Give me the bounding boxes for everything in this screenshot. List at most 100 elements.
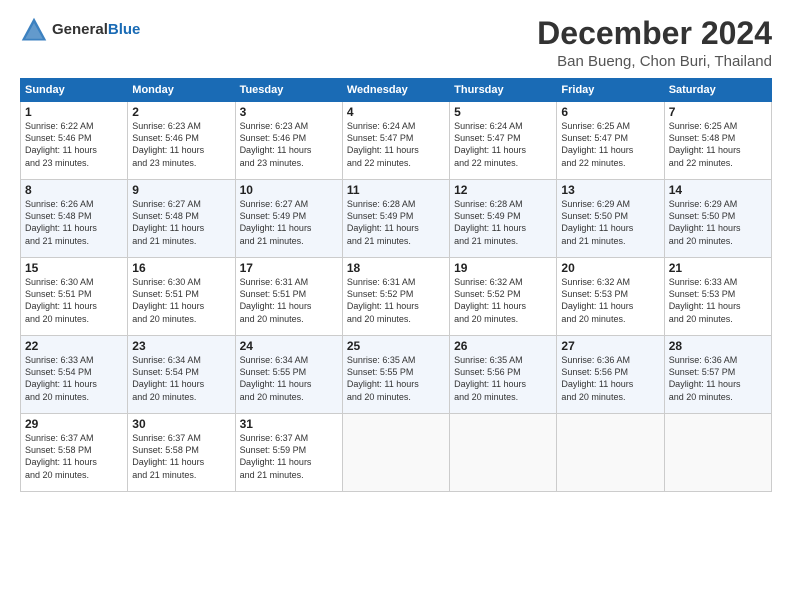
day-number: 2: [132, 105, 230, 119]
day-info: Sunrise: 6:24 AMSunset: 5:47 PMDaylight:…: [454, 120, 552, 169]
day-info: Sunrise: 6:31 AMSunset: 5:52 PMDaylight:…: [347, 276, 445, 325]
day-number: 29: [25, 417, 123, 431]
table-row: 25Sunrise: 6:35 AMSunset: 5:55 PMDayligh…: [342, 336, 449, 414]
table-row: [342, 414, 449, 492]
day-number: 17: [240, 261, 338, 275]
day-info: Sunrise: 6:27 AMSunset: 5:49 PMDaylight:…: [240, 198, 338, 247]
table-row: 9Sunrise: 6:27 AMSunset: 5:48 PMDaylight…: [128, 180, 235, 258]
table-row: 19Sunrise: 6:32 AMSunset: 5:52 PMDayligh…: [450, 258, 557, 336]
day-number: 6: [561, 105, 659, 119]
month-title: December 2024: [537, 16, 772, 51]
day-info: Sunrise: 6:37 AMSunset: 5:59 PMDaylight:…: [240, 432, 338, 481]
logo-icon: [20, 16, 48, 44]
col-tuesday: Tuesday: [235, 79, 342, 102]
day-info: Sunrise: 6:34 AMSunset: 5:55 PMDaylight:…: [240, 354, 338, 403]
day-number: 8: [25, 183, 123, 197]
calendar-week-row: 1Sunrise: 6:22 AMSunset: 5:46 PMDaylight…: [21, 102, 772, 180]
col-sunday: Sunday: [21, 79, 128, 102]
day-info: Sunrise: 6:37 AMSunset: 5:58 PMDaylight:…: [132, 432, 230, 481]
table-row: 16Sunrise: 6:30 AMSunset: 5:51 PMDayligh…: [128, 258, 235, 336]
calendar-week-row: 29Sunrise: 6:37 AMSunset: 5:58 PMDayligh…: [21, 414, 772, 492]
table-row: 13Sunrise: 6:29 AMSunset: 5:50 PMDayligh…: [557, 180, 664, 258]
table-row: 5Sunrise: 6:24 AMSunset: 5:47 PMDaylight…: [450, 102, 557, 180]
col-wednesday: Wednesday: [342, 79, 449, 102]
day-number: 12: [454, 183, 552, 197]
table-row: [664, 414, 771, 492]
day-number: 14: [669, 183, 767, 197]
calendar-week-row: 8Sunrise: 6:26 AMSunset: 5:48 PMDaylight…: [21, 180, 772, 258]
day-number: 15: [25, 261, 123, 275]
table-row: 15Sunrise: 6:30 AMSunset: 5:51 PMDayligh…: [21, 258, 128, 336]
day-info: Sunrise: 6:22 AMSunset: 5:46 PMDaylight:…: [25, 120, 123, 169]
day-number: 7: [669, 105, 767, 119]
day-number: 3: [240, 105, 338, 119]
day-info: Sunrise: 6:23 AMSunset: 5:46 PMDaylight:…: [240, 120, 338, 169]
day-number: 16: [132, 261, 230, 275]
page: GeneralBlue December 2024 Ban Bueng, Cho…: [0, 0, 792, 612]
table-row: 8Sunrise: 6:26 AMSunset: 5:48 PMDaylight…: [21, 180, 128, 258]
day-info: Sunrise: 6:30 AMSunset: 5:51 PMDaylight:…: [132, 276, 230, 325]
day-info: Sunrise: 6:37 AMSunset: 5:58 PMDaylight:…: [25, 432, 123, 481]
day-info: Sunrise: 6:31 AMSunset: 5:51 PMDaylight:…: [240, 276, 338, 325]
day-number: 30: [132, 417, 230, 431]
table-row: 17Sunrise: 6:31 AMSunset: 5:51 PMDayligh…: [235, 258, 342, 336]
table-row: 20Sunrise: 6:32 AMSunset: 5:53 PMDayligh…: [557, 258, 664, 336]
day-info: Sunrise: 6:33 AMSunset: 5:53 PMDaylight:…: [669, 276, 767, 325]
day-info: Sunrise: 6:28 AMSunset: 5:49 PMDaylight:…: [347, 198, 445, 247]
table-row: 24Sunrise: 6:34 AMSunset: 5:55 PMDayligh…: [235, 336, 342, 414]
calendar-week-row: 15 Sunrise: 6:30 AMSunset: 5:51 PMDayligh…: [21, 258, 772, 336]
table-row: 23Sunrise: 6:34 AMSunset: 5:54 PMDayligh…: [128, 336, 235, 414]
table-row: 26Sunrise: 6:35 AMSunset: 5:56 PMDayligh…: [450, 336, 557, 414]
calendar-week-row: 22Sunrise: 6:33 AMSunset: 5:54 PMDayligh…: [21, 336, 772, 414]
day-number: 5: [454, 105, 552, 119]
calendar-table: Sunday Monday Tuesday Wednesday Thursday…: [20, 78, 772, 492]
day-number: 13: [561, 183, 659, 197]
table-row: 31Sunrise: 6:37 AMSunset: 5:59 PMDayligh…: [235, 414, 342, 492]
header: GeneralBlue December 2024 Ban Bueng, Cho…: [20, 16, 772, 70]
table-row: 3Sunrise: 6:23 AMSunset: 5:46 PMDaylight…: [235, 102, 342, 180]
day-number: 26: [454, 339, 552, 353]
day-number: 9: [132, 183, 230, 197]
table-row: 29Sunrise: 6:37 AMSunset: 5:58 PMDayligh…: [21, 414, 128, 492]
table-row: 27Sunrise: 6:36 AMSunset: 5:56 PMDayligh…: [557, 336, 664, 414]
day-info: Sunrise: 6:29 AMSunset: 5:50 PMDaylight:…: [669, 198, 767, 247]
title-area: December 2024 Ban Bueng, Chon Buri, Thai…: [537, 16, 772, 70]
day-number: 18: [347, 261, 445, 275]
table-row: 14Sunrise: 6:29 AMSunset: 5:50 PMDayligh…: [664, 180, 771, 258]
day-number: 23: [132, 339, 230, 353]
day-number: 27: [561, 339, 659, 353]
table-row: 4Sunrise: 6:24 AMSunset: 5:47 PMDaylight…: [342, 102, 449, 180]
day-number: 21: [669, 261, 767, 275]
day-info: Sunrise: 6:34 AMSunset: 5:54 PMDaylight:…: [132, 354, 230, 403]
col-monday: Monday: [128, 79, 235, 102]
logo-text-general: GeneralBlue: [52, 21, 140, 39]
table-row: [450, 414, 557, 492]
table-row: 21Sunrise: 6:33 AMSunset: 5:53 PMDayligh…: [664, 258, 771, 336]
day-info: Sunrise: 6:25 AMSunset: 5:47 PMDaylight:…: [561, 120, 659, 169]
day-info: Sunrise: 6:28 AMSunset: 5:49 PMDaylight:…: [454, 198, 552, 247]
table-row: 6Sunrise: 6:25 AMSunset: 5:47 PMDaylight…: [557, 102, 664, 180]
table-row: 7Sunrise: 6:25 AMSunset: 5:48 PMDaylight…: [664, 102, 771, 180]
day-number: 4: [347, 105, 445, 119]
day-info: Sunrise: 6:23 AMSunset: 5:46 PMDaylight:…: [132, 120, 230, 169]
day-number: 22: [25, 339, 123, 353]
day-info: Sunrise: 6:32 AMSunset: 5:52 PMDaylight:…: [454, 276, 552, 325]
day-info: Sunrise: 6:29 AMSunset: 5:50 PMDaylight:…: [561, 198, 659, 247]
table-row: 18Sunrise: 6:31 AMSunset: 5:52 PMDayligh…: [342, 258, 449, 336]
location-title: Ban Bueng, Chon Buri, Thailand: [537, 53, 772, 70]
table-row: 10Sunrise: 6:27 AMSunset: 5:49 PMDayligh…: [235, 180, 342, 258]
day-number: 31: [240, 417, 338, 431]
table-row: 30Sunrise: 6:37 AMSunset: 5:58 PMDayligh…: [128, 414, 235, 492]
table-row: 1Sunrise: 6:22 AMSunset: 5:46 PMDaylight…: [21, 102, 128, 180]
day-number: 28: [669, 339, 767, 353]
calendar-header-row: Sunday Monday Tuesday Wednesday Thursday…: [21, 79, 772, 102]
day-info: Sunrise: 6:36 AMSunset: 5:56 PMDaylight:…: [561, 354, 659, 403]
table-row: 2Sunrise: 6:23 AMSunset: 5:46 PMDaylight…: [128, 102, 235, 180]
day-number: 11: [347, 183, 445, 197]
day-info: Sunrise: 6:35 AMSunset: 5:55 PMDaylight:…: [347, 354, 445, 403]
day-number: 19: [454, 261, 552, 275]
day-number: 24: [240, 339, 338, 353]
day-number: 10: [240, 183, 338, 197]
day-info: Sunrise: 6:27 AMSunset: 5:48 PMDaylight:…: [132, 198, 230, 247]
logo: GeneralBlue: [20, 16, 140, 44]
